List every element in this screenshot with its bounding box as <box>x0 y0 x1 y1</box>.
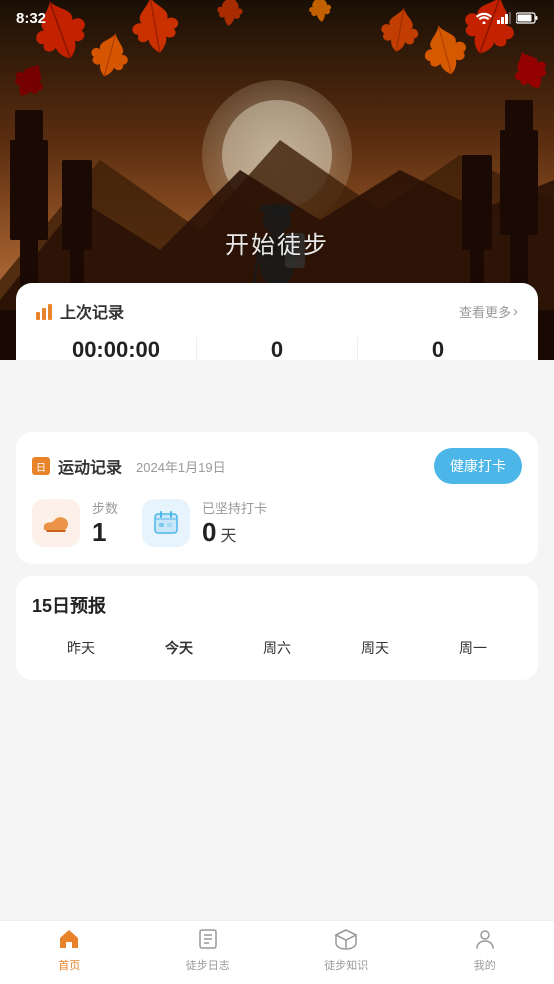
nav-diary-label: 徒步日志 <box>186 957 230 973</box>
forecast-days: 昨天 今天 周六 周天 周一 <box>32 632 522 664</box>
checkin-days-value: 0 <box>202 517 216 548</box>
nav-mine[interactable]: 我的 <box>416 928 554 977</box>
nav-diary[interactable]: 徒步日志 <box>139 928 278 977</box>
nav-knowledge[interactable]: 徒步知识 <box>277 928 416 977</box>
stat-calories: 0 消耗卡路里 <box>358 337 518 360</box>
stat-duration-value: 00:00:00 <box>36 337 196 360</box>
activity-calendar-icon: 日 <box>32 457 50 475</box>
activity-title-wrap: 日 运动记录 2024年1月19日 <box>32 454 226 478</box>
knowledge-icon <box>334 928 358 954</box>
record-card: 上次记录 查看更多 › 00:00:00 时长 0 总步数 0 消耗卡路里 <box>16 283 538 360</box>
forecast-day-today[interactable]: 今天 <box>130 632 228 664</box>
status-time: 8:32 <box>16 10 46 27</box>
checkin-info: 已坚持打卡 0 天 <box>202 498 267 548</box>
nav-mine-label: 我的 <box>474 957 496 973</box>
record-card-more[interactable]: 查看更多 › <box>459 302 518 321</box>
checkin-stat: 已坚持打卡 0 天 <box>142 498 267 548</box>
activity-header: 日 运动记录 2024年1月19日 健康打卡 <box>32 448 522 484</box>
record-card-header: 上次记录 查看更多 › <box>36 299 518 323</box>
battery-icon <box>516 12 538 24</box>
steps-stat: 步数 1 <box>32 498 118 548</box>
bottom-nav: 首页 徒步日志 徒步知识 我的 <box>0 920 554 984</box>
activity-title: 运动记录 <box>58 454 122 478</box>
signal-icon <box>497 12 511 24</box>
steps-label: 步数 <box>92 498 118 517</box>
checkin-days-unit: 天 <box>220 522 236 546</box>
stat-duration: 00:00:00 时长 <box>36 337 197 360</box>
nav-knowledge-label: 徒步知识 <box>324 957 368 973</box>
checkin-button[interactable]: 健康打卡 <box>434 448 522 484</box>
record-title-wrap: 上次记录 <box>36 299 124 323</box>
record-card-stats: 00:00:00 时长 0 总步数 0 消耗卡路里 <box>36 337 518 360</box>
bar-chart-icon <box>36 302 52 320</box>
status-icons <box>476 12 538 24</box>
stat-steps-value: 0 <box>197 337 357 360</box>
forecast-title: 15日预报 <box>32 592 522 618</box>
checkin-calendar-icon <box>142 499 190 547</box>
forecast-section: 15日预报 昨天 今天 周六 周天 周一 <box>16 576 538 680</box>
forecast-day-yesterday[interactable]: 昨天 <box>32 632 130 664</box>
stat-steps: 0 总步数 <box>197 337 358 360</box>
wifi-icon <box>476 12 492 24</box>
activity-card: 日 运动记录 2024年1月19日 健康打卡 步数 1 <box>16 432 538 564</box>
steps-value: 1 <box>92 517 118 548</box>
steps-info: 步数 1 <box>92 498 118 548</box>
activity-stats: 步数 1 已坚持打卡 <box>32 498 522 548</box>
stat-calories-value: 0 <box>358 337 518 360</box>
content-area: 日 运动记录 2024年1月19日 健康打卡 步数 1 <box>0 360 554 924</box>
activity-date: 2024年1月19日 <box>136 457 226 476</box>
shoe-icon <box>32 499 80 547</box>
nav-home[interactable]: 首页 <box>0 928 139 977</box>
forecast-day-mon[interactable]: 周一 <box>424 632 522 664</box>
status-bar: 8:32 <box>0 0 554 36</box>
hero-title[interactable]: 开始徒步 <box>225 225 329 260</box>
nav-home-label: 首页 <box>58 957 80 973</box>
checkin-label: 已坚持打卡 <box>202 498 267 517</box>
mine-icon <box>474 928 496 954</box>
hero-section[interactable]: 开始徒步 上次记录 查看更多 › 00:00:00 时长 0 <box>0 0 554 360</box>
forecast-day-sun[interactable]: 周天 <box>326 632 424 664</box>
home-icon <box>57 928 81 954</box>
record-card-title: 上次记录 <box>60 299 124 323</box>
forecast-day-sat[interactable]: 周六 <box>228 632 326 664</box>
diary-icon <box>197 928 219 954</box>
